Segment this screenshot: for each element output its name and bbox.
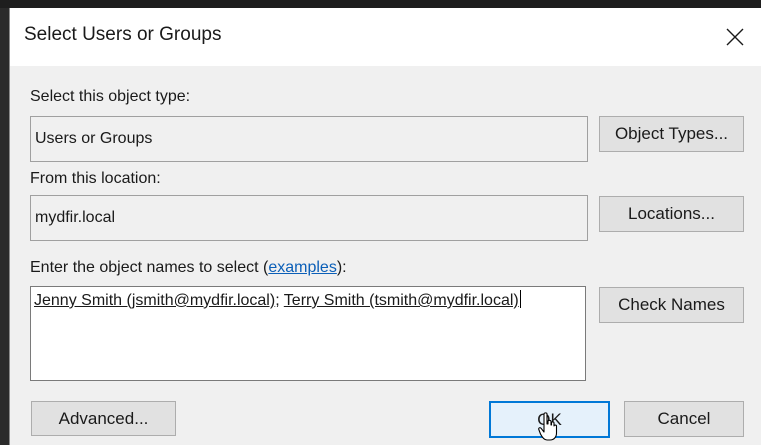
- cancel-button-label: Cancel: [657, 409, 711, 428]
- object-names-input[interactable]: Jenny Smith (jsmith@mydfir.local); Terry…: [30, 286, 586, 381]
- hand-pointer-icon: [538, 412, 558, 441]
- locations-button[interactable]: Locations...: [599, 196, 744, 232]
- object-names-label-suffix: ):: [336, 259, 347, 276]
- location-field: mydfir.local: [30, 195, 588, 241]
- object-names-label: Enter the object names to select (exampl…: [30, 259, 347, 277]
- check-names-button[interactable]: Check Names: [599, 287, 744, 323]
- object-names-label-prefix: Enter the object names to select (: [30, 259, 269, 276]
- text-caret: [519, 290, 521, 308]
- dialog-title: Select Users or Groups: [24, 24, 222, 45]
- advanced-button[interactable]: Advanced...: [31, 401, 176, 436]
- object-type-field: Users or Groups: [30, 116, 588, 162]
- object-types-button-label: Object Types...: [614, 124, 729, 143]
- name-entry-terry: Terry Smith (tsmith@mydfir.local): [283, 292, 519, 309]
- location-value: mydfir.local: [35, 209, 116, 226]
- advanced-button-label: Advanced...: [58, 408, 149, 428]
- close-button[interactable]: [708, 8, 761, 66]
- title-bar: Select Users or Groups: [10, 8, 761, 66]
- name-entry-jenny: Jenny Smith (jsmith@mydfir.local): [34, 292, 276, 309]
- name-separator: ;: [275, 292, 284, 309]
- object-type-label: Select this object type:: [30, 88, 191, 105]
- location-label: From this location:: [30, 170, 161, 187]
- object-types-button[interactable]: Object Types...: [599, 116, 744, 152]
- object-type-value: Users or Groups: [35, 130, 153, 147]
- examples-link[interactable]: examples: [268, 259, 336, 276]
- close-icon: [726, 28, 744, 46]
- cancel-button[interactable]: Cancel: [624, 401, 744, 437]
- window-backdrop: [0, 0, 761, 8]
- check-names-button-label: Check Names: [618, 295, 725, 314]
- select-users-dialog: Select Users or Groups Select this objec…: [9, 8, 761, 445]
- locations-button-label: Locations...: [628, 204, 715, 223]
